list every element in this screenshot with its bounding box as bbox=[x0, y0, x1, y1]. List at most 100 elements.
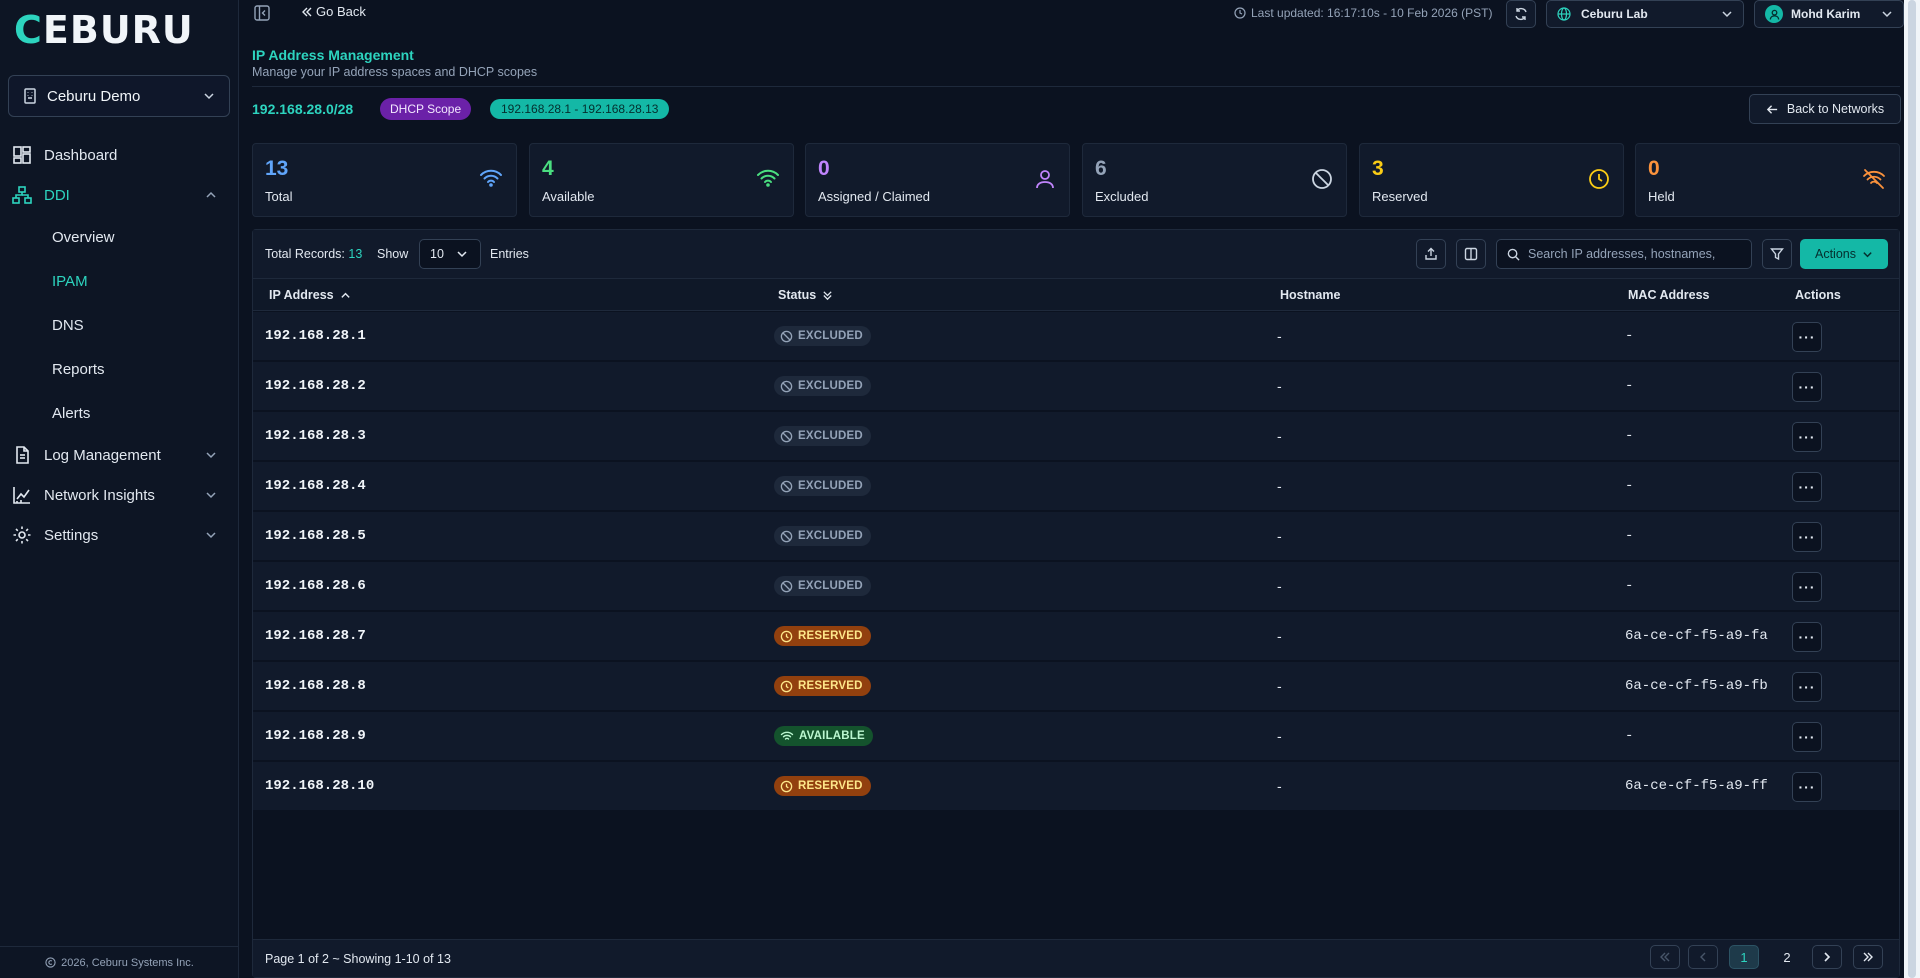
page-scrollbar[interactable] bbox=[1904, 0, 1920, 978]
status-badge: RESERVED bbox=[774, 626, 871, 646]
wifi-icon bbox=[756, 168, 780, 188]
row-actions-button[interactable]: ··· bbox=[1792, 372, 1822, 402]
ban-icon bbox=[780, 530, 793, 543]
sidebar-toggle-icon[interactable] bbox=[253, 4, 271, 22]
column-header-status[interactable]: Status bbox=[778, 288, 833, 302]
page-size-select[interactable]: 10 bbox=[419, 239, 481, 269]
user-icon bbox=[1034, 168, 1056, 190]
copyright-icon bbox=[45, 957, 56, 968]
arrow-left-icon bbox=[1766, 103, 1779, 116]
search-input[interactable] bbox=[1528, 247, 1741, 261]
refresh-icon bbox=[1514, 7, 1528, 21]
entries-label: Entries bbox=[490, 247, 529, 261]
table-row[interactable]: 192.168.28.7 RESERVED - 6a-ce-cf-f5-a9-fa ··… bbox=[253, 612, 1899, 661]
stat-card-excluded[interactable]: 6 Excluded bbox=[1082, 143, 1347, 217]
sidebar-item-log-management[interactable]: Log Management bbox=[0, 435, 239, 475]
page-subtitle: Manage your IP address spaces and DHCP s… bbox=[252, 65, 538, 79]
row-actions-button[interactable]: ··· bbox=[1792, 722, 1822, 752]
user-name: Mohd Karim bbox=[1791, 7, 1861, 21]
wifi-icon bbox=[479, 168, 503, 188]
last-page-button[interactable] bbox=[1853, 945, 1883, 969]
mac-address-cell: - bbox=[1625, 478, 1634, 494]
column-header-hostname[interactable]: Hostname bbox=[1280, 288, 1340, 302]
status-label: EXCLUDED bbox=[798, 380, 863, 392]
page-button-1[interactable]: 1 bbox=[1729, 945, 1759, 969]
stat-card-assigned[interactable]: 0 Assigned / Claimed bbox=[805, 143, 1070, 217]
stat-card-held[interactable]: 0 Held bbox=[1635, 143, 1900, 217]
row-actions-button[interactable]: ··· bbox=[1792, 672, 1822, 702]
table-row[interactable]: 192.168.28.10 RESERVED - 6a-ce-cf-f5-a9-ff ·… bbox=[253, 762, 1899, 811]
chevron-down-icon bbox=[205, 449, 217, 461]
table-row[interactable]: 192.168.28.6 EXCLUDED - - ··· bbox=[253, 562, 1899, 611]
stat-label: Total bbox=[265, 189, 293, 204]
go-back-link[interactable]: Go Back bbox=[302, 4, 366, 19]
first-page-button[interactable] bbox=[1650, 945, 1680, 969]
user-menu[interactable]: Mohd Karim bbox=[1754, 0, 1904, 28]
status-label: EXCLUDED bbox=[798, 480, 863, 492]
more-horizontal-icon: ··· bbox=[1798, 779, 1816, 795]
stat-card-total[interactable]: 13 Total bbox=[252, 143, 517, 217]
column-header-label: IP Address bbox=[269, 288, 334, 302]
pagination-bar: Page 1 of 2 ~ Showing 1-10 of 13 1 2 bbox=[253, 939, 1899, 977]
row-actions-button[interactable]: ··· bbox=[1792, 472, 1822, 502]
sidebar-item-settings[interactable]: Settings bbox=[0, 515, 239, 555]
back-to-networks-button[interactable]: Back to Networks bbox=[1749, 94, 1901, 124]
page-button-2[interactable]: 2 bbox=[1772, 945, 1802, 969]
hostname-cell: - bbox=[1277, 528, 1282, 544]
status-badge: EXCLUDED bbox=[774, 376, 871, 396]
row-actions-button[interactable]: ··· bbox=[1792, 772, 1822, 802]
stat-card-available[interactable]: 4 Available bbox=[529, 143, 794, 217]
sidebar-item-network-insights[interactable]: Network Insights bbox=[0, 475, 239, 515]
table-toolbar: Total Records: 13 Show 10 Entries Search… bbox=[253, 230, 1899, 279]
filter-button[interactable] bbox=[1762, 239, 1792, 269]
lab-select[interactable]: Ceburu Lab bbox=[1546, 0, 1744, 28]
column-header-ip[interactable]: IP Address bbox=[269, 288, 351, 302]
network-icon bbox=[12, 185, 32, 205]
sidebar-item-dashboard[interactable]: Dashboard bbox=[0, 135, 239, 175]
hostname-cell: - bbox=[1277, 478, 1282, 494]
status-badge: RESERVED bbox=[774, 676, 871, 696]
page-size-value: 10 bbox=[430, 247, 444, 261]
status-label: EXCLUDED bbox=[798, 530, 863, 542]
scrollbar-thumb[interactable] bbox=[1908, 0, 1916, 978]
prev-page-button[interactable] bbox=[1688, 945, 1718, 969]
row-actions-button[interactable]: ··· bbox=[1792, 572, 1822, 602]
row-actions-button[interactable]: ··· bbox=[1792, 622, 1822, 652]
table-row[interactable]: 192.168.28.1 EXCLUDED - - ··· bbox=[253, 312, 1899, 361]
status-label: RESERVED bbox=[798, 630, 863, 642]
next-page-button[interactable] bbox=[1812, 945, 1842, 969]
logo[interactable]: CEBURU bbox=[14, 8, 194, 52]
export-button[interactable] bbox=[1416, 239, 1446, 269]
ban-icon bbox=[780, 480, 793, 493]
column-header-mac[interactable]: MAC Address bbox=[1628, 288, 1710, 302]
columns-button[interactable] bbox=[1456, 239, 1486, 269]
row-actions-button[interactable]: ··· bbox=[1792, 322, 1822, 352]
sidebar-item-label: Network Insights bbox=[44, 486, 155, 504]
org-select[interactable]: Ceburu Demo bbox=[8, 75, 230, 117]
hostname-cell: - bbox=[1277, 628, 1282, 644]
table-row[interactable]: 192.168.28.2 EXCLUDED - - ··· bbox=[253, 362, 1899, 411]
sidebar-subitem-ipam[interactable]: IPAM bbox=[0, 259, 239, 303]
sidebar-subitem-overview[interactable]: Overview bbox=[0, 215, 239, 259]
table-row[interactable]: 192.168.28.8 RESERVED - 6a-ce-cf-f5-a9-fb ··… bbox=[253, 662, 1899, 711]
columns-icon bbox=[1464, 247, 1478, 261]
total-records: Total Records: 13 bbox=[265, 247, 362, 261]
row-actions-button[interactable]: ··· bbox=[1792, 522, 1822, 552]
building-icon bbox=[23, 88, 37, 104]
total-records-label: Total Records: bbox=[265, 247, 345, 261]
table-row[interactable]: 192.168.28.5 EXCLUDED - - ··· bbox=[253, 512, 1899, 561]
actions-button[interactable]: Actions bbox=[1800, 239, 1888, 269]
table-row[interactable]: 192.168.28.4 EXCLUDED - - ··· bbox=[253, 462, 1899, 511]
sidebar-subitem-dns[interactable]: DNS bbox=[0, 303, 239, 347]
status-label: RESERVED bbox=[798, 780, 863, 792]
stat-card-reserved[interactable]: 3 Reserved bbox=[1359, 143, 1624, 217]
table-row[interactable]: 192.168.28.9 AVAILABLE - - ··· bbox=[253, 712, 1899, 761]
status-badge: RESERVED bbox=[774, 776, 871, 796]
sidebar-subitem-alerts[interactable]: Alerts bbox=[0, 391, 239, 435]
sidebar-subitem-reports[interactable]: Reports bbox=[0, 347, 239, 391]
sidebar-item-ddi[interactable]: DDI bbox=[0, 175, 239, 215]
row-actions-button[interactable]: ··· bbox=[1792, 422, 1822, 452]
table-row[interactable]: 192.168.28.3 EXCLUDED - - ··· bbox=[253, 412, 1899, 461]
refresh-button[interactable] bbox=[1506, 0, 1536, 28]
gear-icon bbox=[12, 525, 32, 545]
